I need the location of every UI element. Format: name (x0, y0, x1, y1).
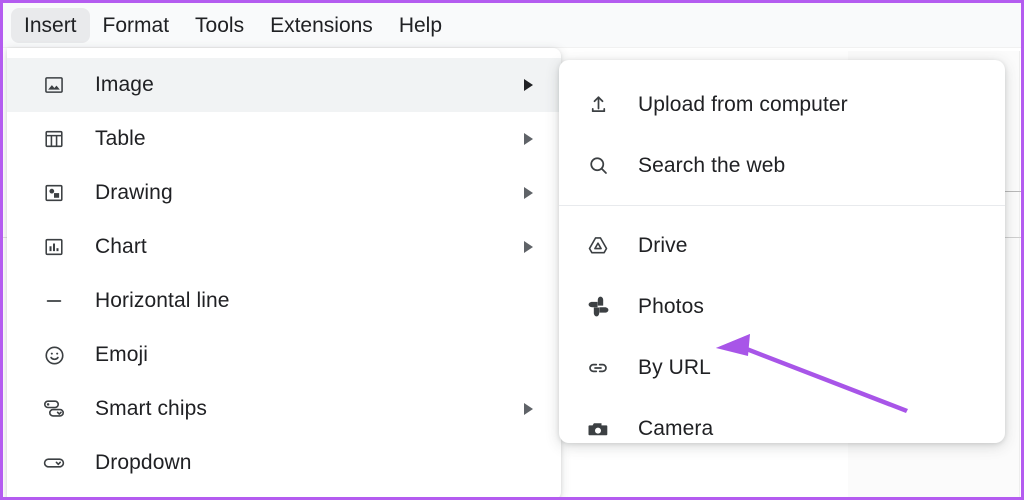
menubar-item-extensions-label: Extensions (270, 13, 373, 37)
menubar-item-insert[interactable]: Insert (11, 7, 90, 43)
menu-item-chart-label: Chart (95, 235, 147, 258)
drive-icon (585, 233, 611, 259)
menubar-item-extensions[interactable]: Extensions (257, 8, 386, 43)
submenu-item-photos-label: Photos (638, 294, 704, 318)
chevron-right-icon (524, 403, 533, 415)
upload-icon (585, 92, 611, 118)
submenu-item-upload-from-computer-label: Upload from computer (638, 92, 848, 116)
chevron-right-icon (524, 79, 533, 91)
camera-icon (585, 416, 611, 442)
submenu-item-drive-label: Drive (638, 233, 688, 257)
submenu-item-by-url-label: By URL (638, 355, 711, 379)
submenu-divider (559, 205, 1005, 206)
menu-item-table-label: Table (95, 127, 146, 150)
menubar-item-help[interactable]: Help (386, 8, 455, 43)
search-icon (585, 153, 611, 179)
submenu-item-camera[interactable]: Camera (559, 398, 1005, 459)
menu-item-horizontal-line-label: Horizontal line (95, 289, 230, 312)
chevron-right-icon (524, 133, 533, 145)
submenu-item-photos[interactable]: Photos (559, 276, 1005, 337)
smart-chips-icon (41, 396, 67, 422)
horizontal-line-icon (41, 288, 67, 314)
menu-item-drawing-label: Drawing (95, 181, 173, 204)
insert-dropdown-menu: Image Table Drawing Chart Horizontal lin… (7, 48, 561, 497)
image-icon (41, 72, 67, 98)
table-icon (41, 126, 67, 152)
menu-item-image[interactable]: Image (7, 58, 561, 112)
menu-item-table[interactable]: Table (7, 112, 561, 166)
menubar-item-insert-label: Insert (24, 13, 77, 37)
menu-bar: Insert Format Tools Extensions Help (3, 3, 1021, 48)
menu-item-chart[interactable]: Chart (7, 220, 561, 274)
submenu-item-drive[interactable]: Drive (559, 215, 1005, 276)
menu-item-emoji-label: Emoji (95, 343, 149, 366)
submenu-item-by-url[interactable]: By URL (559, 337, 1005, 398)
link-icon (585, 355, 611, 381)
submenu-item-camera-label: Camera (638, 416, 714, 440)
menu-item-dropdown-label: Dropdown (95, 451, 192, 474)
menu-item-horizontal-line[interactable]: Horizontal line (7, 274, 561, 328)
screenshot-root: Insert Format Tools Extensions Help Imag… (0, 0, 1024, 500)
emoji-icon (41, 342, 67, 368)
menu-item-smart-chips[interactable]: Smart chips (7, 382, 561, 436)
menubar-item-format[interactable]: Format (90, 8, 183, 43)
dropdown-icon (41, 450, 67, 476)
image-submenu: Upload from computer Search the web Driv… (559, 60, 1005, 443)
menu-item-image-label: Image (95, 73, 154, 96)
chevron-right-icon (524, 241, 533, 253)
menu-item-drawing[interactable]: Drawing (7, 166, 561, 220)
submenu-item-search-the-web[interactable]: Search the web (559, 135, 1005, 196)
photos-icon (585, 294, 611, 320)
menubar-item-help-label: Help (398, 13, 443, 37)
chevron-right-icon (524, 187, 533, 199)
submenu-item-search-the-web-label: Search the web (638, 153, 786, 177)
menu-item-smart-chips-label: Smart chips (95, 397, 207, 420)
chart-icon (41, 234, 67, 260)
menubar-item-tools[interactable]: Tools (182, 8, 257, 43)
menu-item-dropdown[interactable]: Dropdown (7, 436, 561, 490)
submenu-item-upload-from-computer[interactable]: Upload from computer (559, 74, 1005, 135)
drawing-icon (41, 180, 67, 206)
menubar-item-format-label: Format (102, 13, 170, 37)
menubar-item-tools-label: Tools (195, 13, 245, 37)
menu-item-emoji[interactable]: Emoji (7, 328, 561, 382)
